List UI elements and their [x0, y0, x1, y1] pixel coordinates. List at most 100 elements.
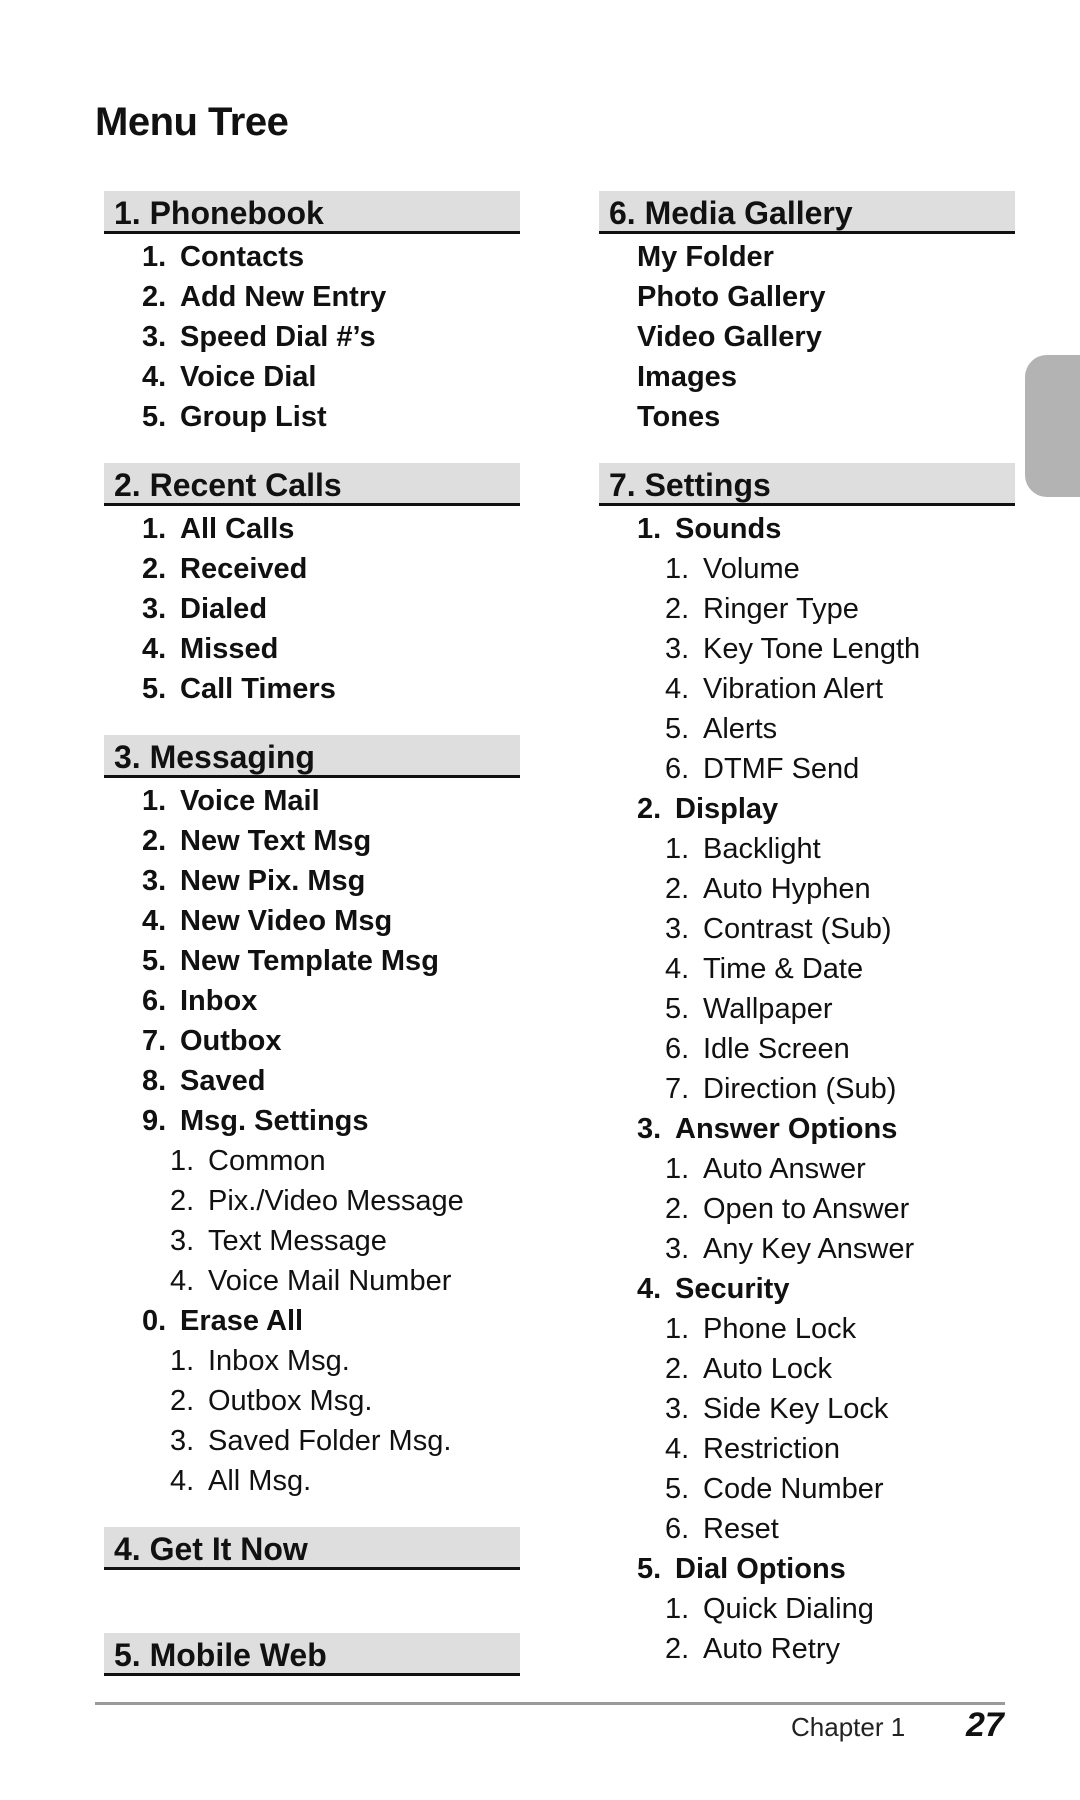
section-header-settings: 7. Settings	[599, 463, 1015, 506]
item-number: 4.	[665, 1433, 690, 1465]
item-label: All Calls	[180, 513, 295, 545]
item-label: Add New Entry	[180, 281, 387, 313]
footer-page-number: 27	[966, 1706, 1004, 1744]
item-label: Time & Date	[703, 953, 864, 985]
item-label: Auto Answer	[703, 1153, 866, 1185]
item-label: New Pix. Msg	[180, 865, 366, 897]
submenu-item: 6. DTMF Send	[599, 749, 1015, 789]
item-label: Wallpaper	[703, 993, 833, 1025]
menu-item: 5. Call Timers	[104, 669, 520, 709]
item-number: 1.	[665, 1153, 690, 1185]
submenu-item: 7. Direction (Sub)	[599, 1069, 1015, 1109]
menu-item: Images	[599, 357, 1015, 397]
item-label: Photo Gallery	[637, 281, 826, 313]
menu-item: 2. Received	[104, 549, 520, 589]
item-number: 1.	[665, 833, 690, 865]
section-header-get-it-now: 4. Get It Now	[104, 1527, 520, 1570]
item-label: Received	[180, 553, 308, 585]
item-label: Security	[675, 1273, 790, 1305]
item-number: 6.	[142, 985, 167, 1017]
section-header-messaging: 3. Messaging	[104, 735, 520, 778]
item-label: Voice Mail Number	[208, 1265, 452, 1297]
item-label: Group List	[180, 401, 327, 433]
menu-item: 6. Inbox	[104, 981, 520, 1021]
menu-item: 3. Speed Dial #’s	[104, 317, 520, 357]
item-list: 1. Contacts 2. Add New Entry 3. Speed Dial #’…	[104, 234, 520, 437]
item-label: Saved Folder Msg.	[208, 1425, 452, 1457]
item-label: Backlight	[703, 833, 821, 865]
section-header-media-gallery: 6. Media Gallery	[599, 191, 1015, 234]
menu-item: 2. Display	[599, 789, 1015, 829]
submenu-item: 4. All Msg.	[104, 1461, 520, 1501]
submenu-item: 2. Auto Lock	[599, 1349, 1015, 1389]
menu-item: 2. New Text Msg	[104, 821, 520, 861]
item-label: Missed	[180, 633, 279, 665]
footer-chapter-label: Chapter 1	[791, 1712, 906, 1742]
submenu-item: 1. Backlight	[599, 829, 1015, 869]
item-number: 5.	[142, 673, 167, 705]
section-messaging: 3. Messaging 1. Voice Mail 2. New Text Msg 3…	[104, 735, 520, 1501]
item-label: New Video Msg	[180, 905, 393, 937]
item-number: 4.	[665, 673, 690, 705]
item-label: Voice Mail	[180, 785, 320, 817]
item-number: 4.	[637, 1273, 662, 1305]
item-number: 4.	[170, 1465, 195, 1497]
submenu-item: 4. Restriction	[599, 1429, 1015, 1469]
section-settings: 7. Settings 1. Sounds 1. Volume 2. Ringer Typ…	[599, 463, 1015, 1669]
item-label: Speed Dial #’s	[180, 321, 376, 353]
menu-item: My Folder	[599, 237, 1015, 277]
submenu-item: 3. Any Key Answer	[599, 1229, 1015, 1269]
submenu-item: 1. Volume	[599, 549, 1015, 589]
submenu-item: 1. Phone Lock	[599, 1309, 1015, 1349]
item-label: Alerts	[703, 713, 778, 745]
item-list: 1. Voice Mail 2. New Text Msg 3. New Pix. Msg…	[104, 778, 520, 1501]
submenu-item: 5. Alerts	[599, 709, 1015, 749]
item-number: 4.	[142, 633, 167, 665]
item-number: 2.	[142, 553, 167, 585]
item-label: Key Tone Length	[703, 633, 921, 665]
submenu-item: 2. Ringer Type	[599, 589, 1015, 629]
item-list: 1. Sounds 1. Volume 2. Ringer Type 3. Key Tone …	[599, 506, 1015, 1669]
item-number: 5.	[665, 713, 690, 745]
item-number: 3.	[170, 1225, 195, 1257]
right-column: 6. Media Gallery My Folder Photo Gallery V…	[599, 191, 1015, 1669]
menu-item: 8. Saved	[104, 1061, 520, 1101]
item-number: 2.	[170, 1185, 195, 1217]
item-number: 6.	[665, 1033, 690, 1065]
menu-item: 1. Voice Mail	[104, 781, 520, 821]
submenu-item: 1. Common	[104, 1141, 520, 1181]
menu-item: 4. Voice Dial	[104, 357, 520, 397]
item-label: Reset	[703, 1513, 779, 1545]
submenu-item: 1. Auto Answer	[599, 1149, 1015, 1189]
submenu-item: 1. Inbox Msg.	[104, 1341, 520, 1381]
item-number: 9.	[142, 1105, 167, 1137]
item-label: All Msg.	[208, 1465, 312, 1497]
item-label: Ringer Type	[703, 593, 859, 625]
menu-item: 5. Group List	[104, 397, 520, 437]
item-number: 3.	[665, 633, 690, 665]
menu-item: 2. Add New Entry	[104, 277, 520, 317]
menu-item: Photo Gallery	[599, 277, 1015, 317]
menu-item: 3. Answer Options	[599, 1109, 1015, 1149]
item-number: 3.	[665, 1393, 690, 1425]
item-number: 1.	[142, 241, 167, 273]
item-number: 2.	[170, 1385, 195, 1417]
item-number: 3.	[665, 1233, 690, 1265]
item-number: 1.	[142, 785, 167, 817]
item-label: Inbox	[180, 985, 258, 1017]
menu-item: 4. Security	[599, 1269, 1015, 1309]
item-label: Contrast (Sub)	[703, 913, 892, 945]
item-number: 4.	[142, 905, 167, 937]
menu-item: 5. Dial Options	[599, 1549, 1015, 1589]
item-number: 2.	[665, 593, 690, 625]
item-number: 6.	[665, 1513, 690, 1545]
item-number: 1.	[142, 513, 167, 545]
item-label: Any Key Answer	[703, 1233, 915, 1265]
left-column: 1. Phonebook 1. Contacts 2. Add New Entry 3.…	[104, 191, 520, 1676]
item-label: Images	[637, 361, 737, 393]
item-number: 3.	[665, 913, 690, 945]
item-label: Inbox Msg.	[208, 1345, 350, 1377]
item-number: 0.	[142, 1305, 167, 1337]
item-label: Code Number	[703, 1473, 884, 1505]
section-get-it-now: 4. Get It Now	[104, 1527, 520, 1570]
